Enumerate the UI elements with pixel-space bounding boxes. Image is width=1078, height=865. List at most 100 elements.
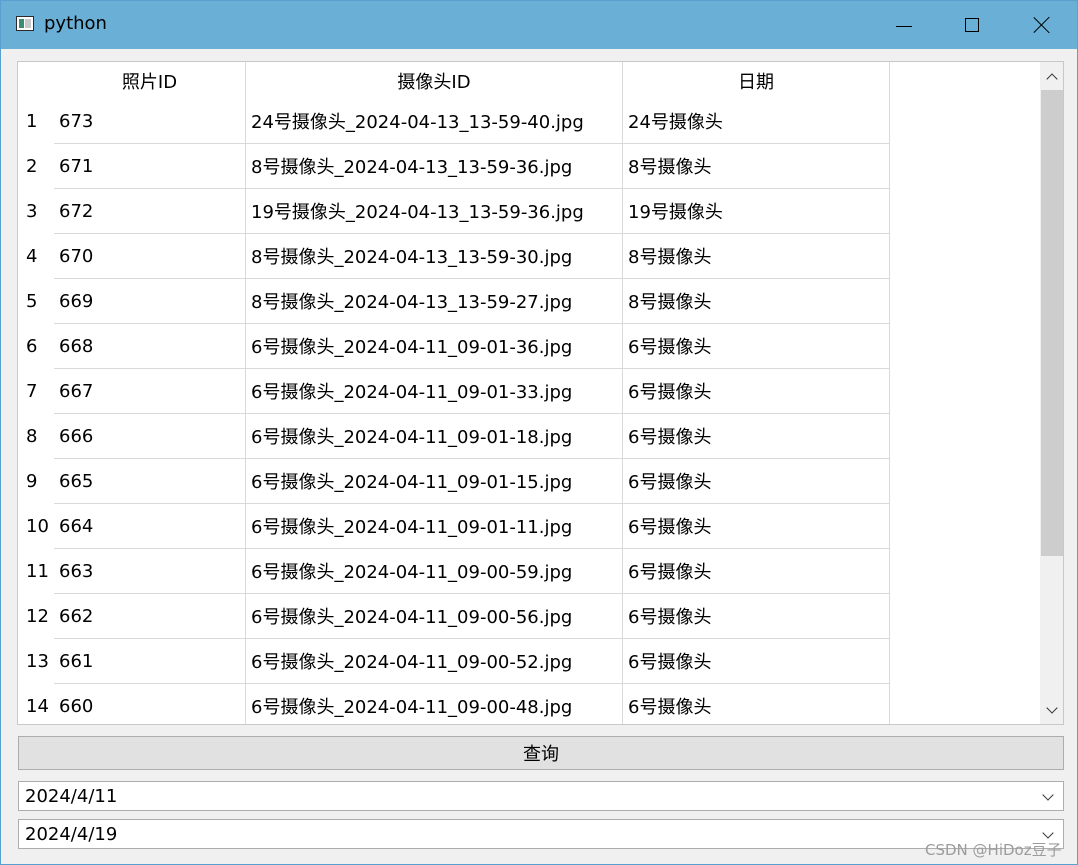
cell-camera-file[interactable]: 19号摄像头_2024-04-13_13-59-36.jpg [246,189,623,234]
cell-photo-id[interactable]: 673 [54,99,246,144]
cell-camera[interactable]: 8号摄像头 [623,279,890,324]
table-row[interactable]: 662 6号摄像头_2024-04-11_09-00-56.jpg 6号摄像头 [54,594,890,639]
table-row[interactable]: 660 6号摄像头_2024-04-11_09-00-48.jpg 6号摄像头 [54,684,890,724]
table-row[interactable]: 661 6号摄像头_2024-04-11_09-00-52.jpg 6号摄像头 [54,639,890,684]
cell-camera-file[interactable]: 6号摄像头_2024-04-11_09-01-15.jpg [246,459,623,504]
end-date-value: 2024/4/19 [25,823,118,845]
cell-camera[interactable]: 8号摄像头 [623,234,890,279]
cell-camera[interactable]: 6号摄像头 [623,324,890,369]
maximize-button[interactable] [939,1,1005,49]
cell-camera[interactable]: 6号摄像头 [623,369,890,414]
cell-photo-id[interactable]: 664 [54,504,246,549]
vertical-scrollbar[interactable] [1040,62,1063,724]
table-row[interactable]: 665 6号摄像头_2024-04-11_09-01-15.jpg 6号摄像头 [54,459,890,504]
row-number[interactable]: 5 [18,279,54,324]
cell-photo-id[interactable]: 672 [54,189,246,234]
row-number[interactable]: 9 [18,459,54,504]
cell-camera-file[interactable]: 6号摄像头_2024-04-11_09-00-48.jpg [246,684,623,724]
table-row[interactable]: 663 6号摄像头_2024-04-11_09-00-59.jpg 6号摄像头 [54,549,890,594]
table-row[interactable]: 664 6号摄像头_2024-04-11_09-01-11.jpg 6号摄像头 [54,504,890,549]
cell-photo-id[interactable]: 668 [54,324,246,369]
table-row[interactable]: 666 6号摄像头_2024-04-11_09-01-18.jpg 6号摄像头 [54,414,890,459]
cell-camera-file[interactable]: 6号摄像头_2024-04-11_09-01-36.jpg [246,324,623,369]
cell-camera[interactable]: 6号摄像头 [623,414,890,459]
cell-photo-id[interactable]: 662 [54,594,246,639]
column-header-date[interactable]: 日期 [623,62,890,99]
row-number[interactable]: 6 [18,324,54,369]
cell-camera-file[interactable]: 6号摄像头_2024-04-11_09-01-11.jpg [246,504,623,549]
table-row[interactable]: 672 19号摄像头_2024-04-13_13-59-36.jpg 19号摄像头 [54,189,890,234]
cell-photo-id[interactable]: 666 [54,414,246,459]
minimize-button[interactable] [871,1,937,49]
cell-photo-id[interactable]: 670 [54,234,246,279]
main-window: python 照片ID 摄像头ID 日期 1 2 3 4 5 6 7 8 9 10 11 12 13 14… [0,0,1078,865]
table-row[interactable]: 671 8号摄像头_2024-04-13_13-59-36.jpg 8号摄像头 [54,144,890,189]
cell-camera[interactable]: 6号摄像头 [623,504,890,549]
title-bar[interactable]: python [1,1,1077,49]
cell-camera-file[interactable]: 8号摄像头_2024-04-13_13-59-30.jpg [246,234,623,279]
cell-camera-file[interactable]: 6号摄像头_2024-04-11_09-00-59.jpg [246,549,623,594]
row-number[interactable]: 8 [18,414,54,459]
cell-camera[interactable]: 24号摄像头 [623,99,890,144]
cell-photo-id[interactable]: 669 [54,279,246,324]
results-table[interactable]: 照片ID 摄像头ID 日期 1 2 3 4 5 6 7 8 9 10 11 12 13 14 673 24号… [17,61,1064,725]
table-row[interactable]: 673 24号摄像头_2024-04-13_13-59-40.jpg 24号摄像头 [54,99,890,144]
cell-camera-file[interactable]: 6号摄像头_2024-04-11_09-00-56.jpg [246,594,623,639]
minimize-icon [896,25,912,27]
table-body: 673 24号摄像头_2024-04-13_13-59-40.jpg 24号摄像头 6… [54,99,890,724]
cell-camera[interactable]: 6号摄像头 [623,594,890,639]
table-row[interactable]: 667 6号摄像头_2024-04-11_09-01-33.jpg 6号摄像头 [54,369,890,414]
cell-photo-id[interactable]: 665 [54,459,246,504]
row-number[interactable]: 1 [18,99,54,144]
table-row[interactable]: 669 8号摄像头_2024-04-13_13-59-27.jpg 8号摄像头 [54,279,890,324]
app-icon [16,16,34,31]
scroll-down-icon [1045,701,1058,714]
cell-photo-id[interactable]: 671 [54,144,246,189]
cell-camera-file[interactable]: 6号摄像头_2024-04-11_09-01-33.jpg [246,369,623,414]
close-button[interactable] [1009,1,1075,49]
cell-camera[interactable]: 6号摄像头 [623,684,890,724]
start-date-select[interactable]: 2024/4/11 [18,781,1064,811]
scroll-up-icon [1045,72,1058,85]
row-number[interactable]: 4 [18,234,54,279]
table-header: 照片ID 摄像头ID 日期 [54,62,890,99]
maximize-icon [965,18,979,32]
row-header-column: 1 2 3 4 5 6 7 8 9 10 11 12 13 14 [18,99,54,724]
cell-camera[interactable]: 8号摄像头 [623,144,890,189]
row-number[interactable]: 10 [18,504,54,549]
row-number[interactable]: 13 [18,639,54,684]
chevron-down-icon [1041,788,1055,804]
cell-camera[interactable]: 19号摄像头 [623,189,890,234]
cell-camera[interactable]: 6号摄像头 [623,639,890,684]
row-number[interactable]: 14 [18,684,54,724]
column-header-camera-id[interactable]: 摄像头ID [246,62,623,99]
row-number[interactable]: 11 [18,549,54,594]
query-button[interactable]: 查询 [18,736,1064,770]
cell-photo-id[interactable]: 663 [54,549,246,594]
row-number[interactable]: 3 [18,189,54,234]
cell-camera-file[interactable]: 6号摄像头_2024-04-11_09-01-18.jpg [246,414,623,459]
scroll-down-button[interactable] [1040,696,1063,724]
cell-camera[interactable]: 6号摄像头 [623,549,890,594]
column-header-photo-id[interactable]: 照片ID [54,62,246,99]
cell-photo-id[interactable]: 667 [54,369,246,414]
cell-camera-file[interactable]: 24号摄像头_2024-04-13_13-59-40.jpg [246,99,623,144]
cell-camera-file[interactable]: 8号摄像头_2024-04-13_13-59-27.jpg [246,279,623,324]
cell-photo-id[interactable]: 660 [54,684,246,724]
end-date-select[interactable]: 2024/4/19 [18,819,1064,849]
close-icon [1033,16,1051,34]
scroll-up-button[interactable] [1040,62,1063,90]
scroll-thumb[interactable] [1041,90,1063,556]
row-number[interactable]: 7 [18,369,54,414]
table-corner [18,62,54,99]
cell-camera-file[interactable]: 8号摄像头_2024-04-13_13-59-36.jpg [246,144,623,189]
cell-camera-file[interactable]: 6号摄像头_2024-04-11_09-00-52.jpg [246,639,623,684]
start-date-value: 2024/4/11 [25,785,118,807]
cell-photo-id[interactable]: 661 [54,639,246,684]
window-title: python [44,13,107,34]
table-row[interactable]: 668 6号摄像头_2024-04-11_09-01-36.jpg 6号摄像头 [54,324,890,369]
row-number[interactable]: 12 [18,594,54,639]
cell-camera[interactable]: 6号摄像头 [623,459,890,504]
table-row[interactable]: 670 8号摄像头_2024-04-13_13-59-30.jpg 8号摄像头 [54,234,890,279]
row-number[interactable]: 2 [18,144,54,189]
